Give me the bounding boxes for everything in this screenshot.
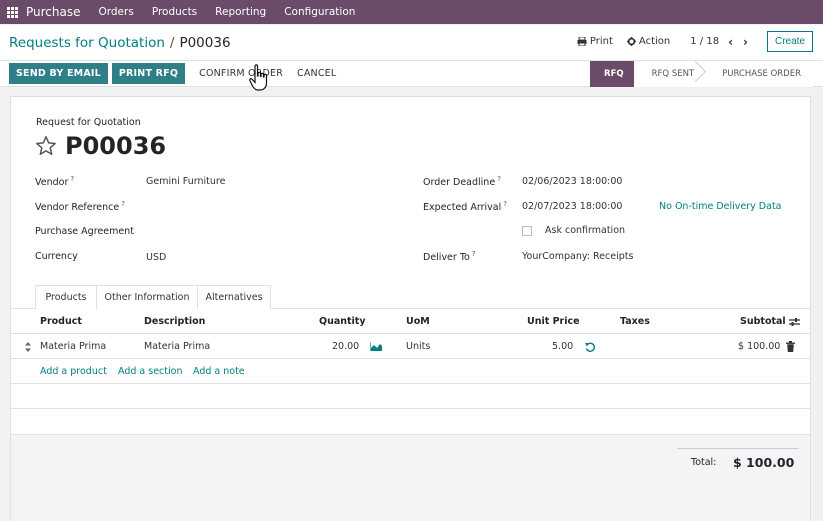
title-row: P00036: [35, 132, 166, 160]
pager-previous-icon[interactable]: ‹: [728, 35, 733, 49]
app-name[interactable]: Purchase: [26, 5, 81, 19]
hand-cursor-icon: [249, 64, 268, 91]
menu-orders[interactable]: Orders: [99, 6, 134, 18]
drag-handle-icon[interactable]: [25, 342, 31, 352]
breadcrumb-parent[interactable]: Requests for Quotation: [9, 35, 165, 51]
print-rfq-button[interactable]: PRINT RFQ: [111, 63, 186, 84]
form-sheet: Request for Quotation P00036 Vendor? Gem…: [10, 96, 811, 521]
deliver-to-field[interactable]: YourCompany: Receipts: [522, 251, 633, 262]
star-icon[interactable]: [35, 135, 57, 157]
print-icon: [577, 37, 587, 46]
purchase-agreement-field[interactable]: [146, 226, 366, 238]
top-navbar: Purchase Orders Products Reporting Confi…: [0, 0, 823, 24]
document-type-label: Request for Quotation: [36, 117, 141, 128]
add-section-link[interactable]: Add a section: [118, 366, 182, 377]
order-deadline-field[interactable]: 02/06/2023 18:00:00: [522, 176, 622, 187]
form-action-bar: SEND BY EMAIL PRINT RFQ CONFIRM ORDER CA…: [0, 61, 823, 87]
send-by-email-button[interactable]: SEND BY EMAIL: [9, 63, 108, 84]
vendor-field[interactable]: Gemini Furniture: [146, 176, 225, 187]
add-line-row: Add a product Add a section Add a note: [11, 359, 810, 384]
status-bar: RFQ RFQ SENT PURCHASE ORDER: [590, 61, 813, 87]
print-button[interactable]: Print: [577, 36, 613, 47]
reset-price-icon[interactable]: [585, 342, 595, 352]
vendor-label: Vendor?: [35, 175, 75, 189]
menu-products[interactable]: Products: [152, 6, 197, 18]
action-label: Action: [638, 36, 671, 47]
tab-products[interactable]: Products: [35, 285, 97, 310]
total-label: Total:: [691, 457, 717, 468]
forecast-chart-icon[interactable]: [370, 342, 382, 351]
status-stage-purchase-order[interactable]: PURCHASE ORDER: [706, 61, 813, 87]
column-subtotal[interactable]: Subtotal: [740, 316, 786, 327]
breadcrumb: Requests for Quotation / P00036: [9, 35, 231, 51]
total-divider: [677, 448, 799, 449]
expected-arrival-label: Expected Arrival?: [423, 200, 507, 214]
menu-reporting[interactable]: Reporting: [215, 6, 266, 18]
ask-confirmation-label: Ask confirmation: [545, 225, 626, 236]
gear-icon: [626, 37, 636, 46]
control-right: Print Action 1 / 18 ‹ › Create: [577, 31, 813, 52]
tab-other-information[interactable]: Other Information: [96, 285, 198, 309]
add-note-link[interactable]: Add a note: [193, 366, 245, 377]
trash-icon[interactable]: [786, 341, 795, 352]
ask-confirmation-checkbox[interactable]: [522, 226, 532, 236]
column-unit-price[interactable]: Unit Price: [527, 316, 580, 327]
deliver-to-label: Deliver To?: [423, 250, 476, 264]
total-amount: $ 100.00: [733, 455, 795, 470]
column-quantity[interactable]: Quantity: [319, 316, 366, 327]
breadcrumb-current: P00036: [179, 34, 231, 51]
cell-description[interactable]: Materia Prima: [144, 341, 210, 352]
column-product[interactable]: Product: [40, 316, 82, 327]
control-panel: Requests for Quotation / P00036 Print Ac…: [0, 25, 823, 61]
status-stage-rfq-sent[interactable]: RFQ SENT: [633, 61, 707, 87]
cell-quantity[interactable]: 20.00: [332, 341, 359, 352]
vendor-reference-label: Vendor Reference?: [35, 200, 125, 214]
vendor-reference-field[interactable]: [146, 200, 366, 212]
tab-alternatives[interactable]: Alternatives: [197, 285, 271, 309]
cancel-button[interactable]: CANCEL: [297, 68, 336, 79]
cell-product[interactable]: Materia Prima: [40, 341, 106, 352]
action-button[interactable]: Action: [626, 36, 671, 47]
purchase-agreement-label: Purchase Agreement: [35, 226, 134, 237]
currency-field[interactable]: USD: [146, 252, 166, 263]
order-deadline-label: Order Deadline?: [423, 175, 501, 189]
expected-arrival-field[interactable]: 02/07/2023 18:00:00: [522, 201, 622, 212]
order-lines-header: Product Description Quantity UoM Unit Pr…: [11, 309, 810, 334]
totals-footer: Total: $ 100.00: [11, 434, 810, 521]
column-uom[interactable]: UoM: [406, 316, 430, 327]
notebook-tabs: Products Other Information Alternatives: [11, 285, 810, 310]
menu-configuration[interactable]: Configuration: [284, 6, 355, 18]
currency-label: Currency: [35, 251, 78, 262]
status-stage-rfq[interactable]: RFQ: [590, 61, 642, 87]
apps-menu-icon[interactable]: [7, 6, 18, 18]
empty-row: [11, 384, 810, 409]
print-label: Print: [589, 36, 613, 47]
optional-columns-icon[interactable]: [789, 317, 800, 327]
cell-uom[interactable]: Units: [406, 341, 430, 352]
create-button[interactable]: Create: [766, 31, 813, 52]
table-row[interactable]: Materia Prima Materia Prima 20.00 Units …: [11, 334, 810, 359]
cell-subtotal: $ 100.00: [738, 341, 781, 352]
on-time-delivery-link[interactable]: No On-time Delivery Data: [659, 201, 781, 212]
pager-next-icon[interactable]: ›: [743, 35, 748, 49]
cell-unit-price[interactable]: 5.00: [552, 341, 573, 352]
column-description[interactable]: Description: [144, 316, 205, 327]
pager-value[interactable]: 1 / 18: [690, 36, 719, 47]
breadcrumb-separator: /: [169, 34, 175, 51]
add-product-link[interactable]: Add a product: [40, 366, 107, 377]
column-taxes[interactable]: Taxes: [620, 316, 650, 327]
order-reference: P00036: [65, 132, 167, 160]
